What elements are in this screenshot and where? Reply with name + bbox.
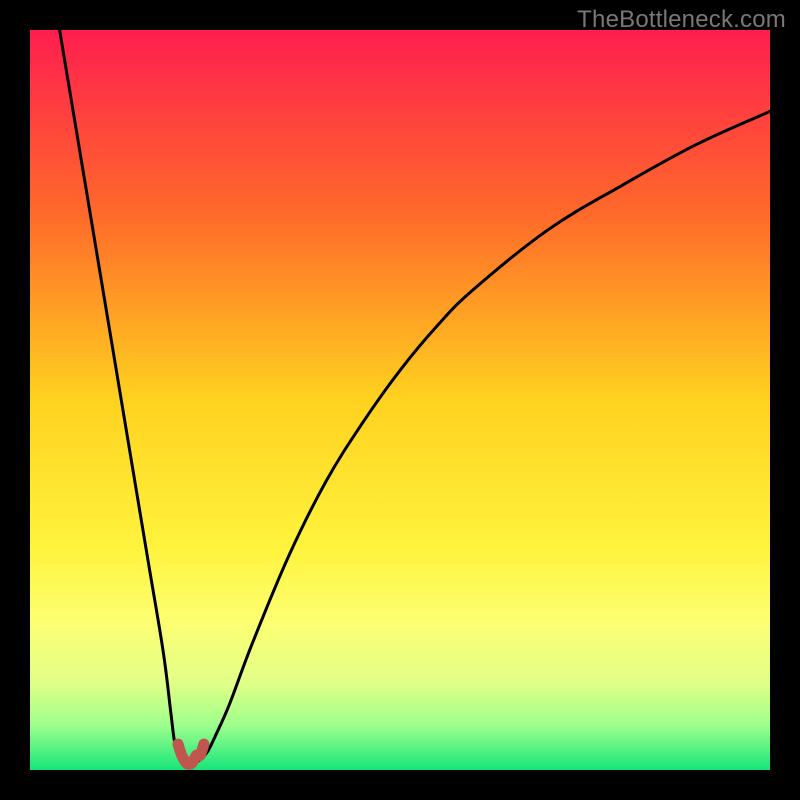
- chart-frame: TheBottleneck.com: [0, 0, 800, 800]
- bottleneck-chart: [30, 30, 770, 770]
- watermark-text: TheBottleneck.com: [577, 6, 786, 34]
- gradient-background: [30, 30, 770, 770]
- plot-area: [30, 30, 770, 770]
